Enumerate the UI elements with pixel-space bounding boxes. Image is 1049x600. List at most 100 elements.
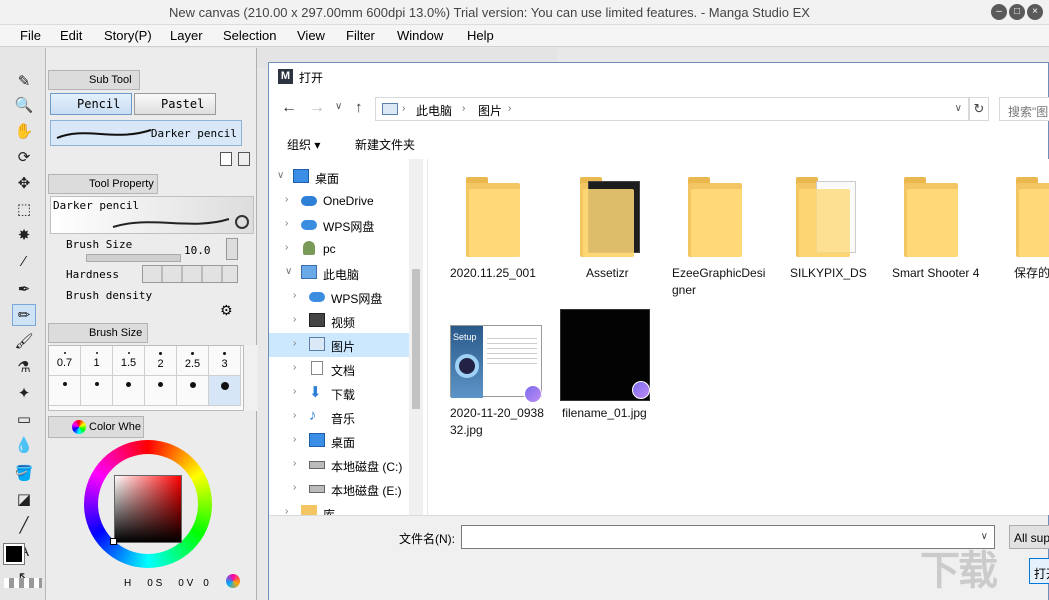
nav-item-library[interactable]: › 库 — [269, 501, 409, 515]
settings-icon[interactable]: ⚙ — [220, 302, 233, 319]
brush-size-preset[interactable] — [113, 376, 145, 406]
color-mode-icon[interactable] — [226, 574, 240, 588]
brush-size-stepper[interactable] — [226, 238, 238, 260]
brush-size-preset[interactable]: 0.7 — [49, 346, 81, 376]
menu-layer[interactable]: Layer — [170, 28, 203, 43]
nav-item-this-pc[interactable]: ∨ 此电脑 — [269, 261, 409, 285]
magic-wand-icon[interactable]: ✸ — [12, 224, 36, 246]
brush-size-preset[interactable] — [145, 376, 177, 406]
forward-arrow-icon[interactable]: → — [309, 99, 325, 117]
pen-icon[interactable]: ✎ — [12, 70, 36, 92]
menu-help[interactable]: Help — [467, 28, 494, 43]
nav-item-desktop-2[interactable]: › 桌面 — [269, 429, 409, 453]
file-item-folder[interactable]: 保存的 — [1014, 177, 1049, 297]
main-color-swatch[interactable] — [3, 543, 25, 565]
menu-window[interactable]: Window — [397, 28, 443, 43]
brush-size-preset[interactable]: 2.5 — [177, 346, 209, 376]
nav-item-pc-user[interactable]: › pc — [269, 237, 409, 261]
delete-preset-icon[interactable] — [238, 152, 250, 166]
nav-item-desktop[interactable]: ∨ 桌面 — [269, 165, 409, 189]
nav-item-pictures[interactable]: › 图片 — [269, 333, 409, 357]
airbrush-icon[interactable]: ⚗ — [12, 356, 36, 378]
brush-icon[interactable]: 🖌 — [12, 330, 36, 352]
color-sv-square[interactable] — [114, 475, 182, 543]
blend-icon[interactable]: 💧 — [12, 434, 36, 456]
pictures-icon — [309, 337, 325, 351]
nav-item-wps-cloud-2[interactable]: › WPS网盘 — [269, 285, 409, 309]
line-icon[interactable]: ╱ — [12, 514, 36, 536]
file-name: 保存的 — [1014, 266, 1049, 280]
brush-size-preset[interactable] — [81, 376, 113, 406]
nav-scrollbar-thumb[interactable] — [412, 269, 420, 409]
menu-filter[interactable]: Filter — [346, 28, 375, 43]
nav-item-drive-e[interactable]: › 本地磁盘 (E:) — [269, 477, 409, 501]
nav-item-documents[interactable]: › 文档 — [269, 357, 409, 381]
brush-size-preset[interactable] — [49, 376, 81, 406]
brush-size-preset[interactable]: 3 — [209, 346, 241, 376]
maximize-button[interactable]: □ — [1009, 4, 1025, 20]
brush-size-preset-label: 1.5 — [120, 357, 137, 369]
pencil-subtool-button[interactable]: Pencil — [50, 93, 132, 115]
pen-tool-icon[interactable]: ✒ — [12, 278, 36, 300]
menu-story[interactable]: Story(P) — [104, 28, 152, 43]
up-arrow-icon[interactable]: ↑ — [355, 99, 363, 116]
gradient-icon[interactable]: ◪ — [12, 488, 36, 510]
brush-size-preset[interactable] — [209, 376, 241, 406]
nav-item-downloads[interactable]: › ⬇ 下载 — [269, 381, 409, 405]
close-button[interactable]: × — [1027, 4, 1043, 20]
search-input[interactable]: 搜索"图 — [999, 97, 1049, 121]
nav-item-wps-cloud[interactable]: › WPS网盘 — [269, 213, 409, 237]
marquee-icon[interactable]: ⬚ — [12, 198, 36, 220]
nav-scrollbar[interactable] — [409, 159, 423, 515]
nav-item-onedrive[interactable]: › OneDrive — [269, 189, 409, 213]
brush-size-preset[interactable]: 2 — [145, 346, 177, 376]
menu-selection[interactable]: Selection — [223, 28, 276, 43]
fill-icon[interactable]: 🪣 — [12, 462, 36, 484]
brush-preset-item[interactable]: Darker pencil — [50, 120, 242, 146]
nav-item-videos[interactable]: › 视频 — [269, 309, 409, 333]
transparent-swatch[interactable] — [4, 578, 42, 588]
breadcrumb[interactable]: › 此电脑 › 图片 › ∨ — [375, 97, 969, 121]
chevron-down-icon[interactable]: ∨ — [335, 101, 342, 112]
refresh-button[interactable]: ↻ — [969, 97, 989, 121]
zoom-icon[interactable]: 🔍 — [12, 94, 36, 116]
brush-size-preset[interactable] — [177, 376, 209, 406]
brush-size-slider[interactable] — [86, 254, 181, 262]
nav-item-music[interactable]: › ♪ 音乐 — [269, 405, 409, 429]
brush-size-scrollbar[interactable] — [244, 345, 258, 411]
address-bar: ← → ∨ ↑ › 此电脑 › 图片 › ∨ ↻ 搜索"图 — [269, 93, 1049, 127]
menu-view[interactable]: View — [297, 28, 325, 43]
hardness-selector[interactable] — [142, 265, 238, 283]
pastel-subtool-button[interactable]: Pastel — [134, 93, 216, 115]
menu-file[interactable]: File — [20, 28, 41, 43]
back-arrow-icon[interactable]: ← — [281, 99, 297, 117]
tool-property-tab[interactable]: Tool Property — [48, 174, 158, 194]
brush-size-value[interactable]: 10.0 — [184, 244, 211, 257]
organize-button[interactable]: 组织 ▾ — [287, 136, 320, 153]
computer-icon — [301, 265, 317, 279]
breadcrumb-dropdown-icon[interactable]: ∨ — [955, 103, 962, 114]
new-folder-button[interactable]: 新建文件夹 — [355, 136, 415, 153]
move-icon[interactable]: ✥ — [12, 172, 36, 194]
menu-edit[interactable]: Edit — [60, 28, 82, 43]
color-wheel-tab[interactable]: Color Whe — [48, 416, 144, 438]
brush-size-preset[interactable]: 1.5 — [113, 346, 145, 376]
new-preset-icon[interactable] — [220, 152, 232, 166]
brush-size-preset[interactable]: 1 — [81, 346, 113, 376]
breadcrumb-pictures[interactable]: 图片 — [478, 102, 502, 119]
brush-size-tab[interactable]: Brush Size — [48, 323, 148, 343]
nav-item-drive-c[interactable]: › 本地磁盘 (C:) — [269, 453, 409, 477]
minimize-button[interactable]: – — [991, 4, 1007, 20]
decoration-icon[interactable]: ✦ — [12, 382, 36, 404]
settings-magnify-icon[interactable] — [235, 215, 249, 229]
eraser-icon[interactable]: ▭ — [12, 408, 36, 430]
eyedropper-icon[interactable]: ⁄ — [12, 250, 36, 272]
rotate-icon[interactable]: ⟳ — [12, 146, 36, 168]
color-picker-handle[interactable] — [110, 538, 117, 545]
filename-input[interactable]: ∨ — [461, 525, 995, 549]
setup-thumb-text: Setup — [453, 332, 477, 342]
breadcrumb-this-pc[interactable]: 此电脑 — [416, 102, 452, 119]
hand-icon[interactable]: ✋ — [12, 120, 36, 142]
pencil-tool-icon[interactable]: ✏ — [12, 304, 36, 326]
sub-tool-tab[interactable]: Sub Tool — [48, 70, 140, 90]
